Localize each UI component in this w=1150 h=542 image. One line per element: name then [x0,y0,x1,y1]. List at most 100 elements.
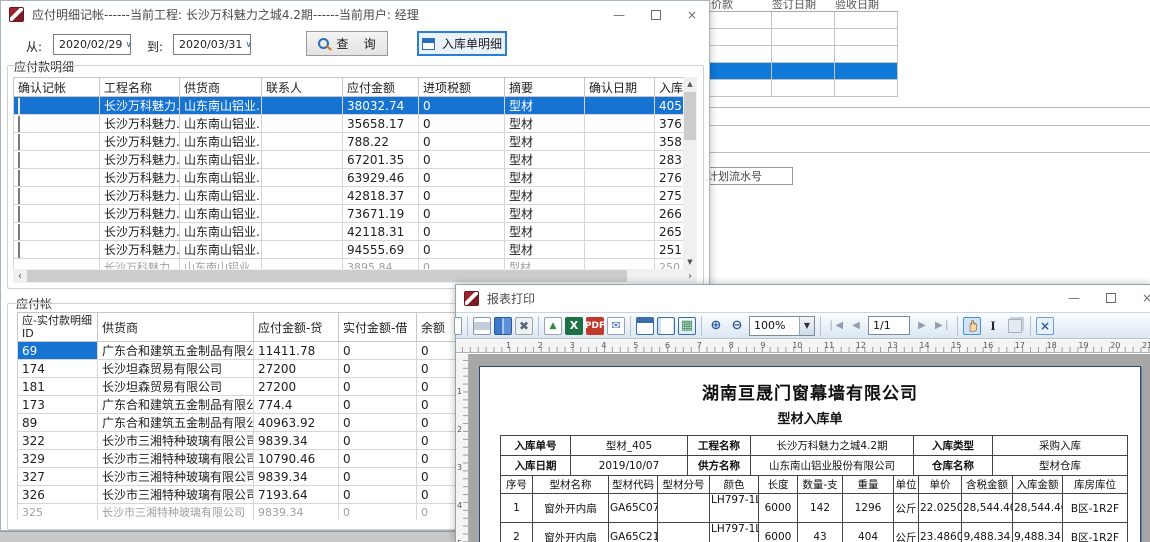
detail-id-cell[interactable]: 174 [18,360,98,378]
table-row[interactable]: 327长沙市三湘特种玻璃有限公司9839.3400 [18,468,469,486]
scrollbar-thumb[interactable] [27,270,627,282]
last-page-button[interactable]: ▶❘ [934,317,952,335]
preview-book-icon[interactable] [494,317,512,335]
single-page-view-icon[interactable] [657,317,675,335]
confirm-checkbox-cell[interactable] [14,151,100,169]
export-icon[interactable]: ▲ [544,317,562,335]
print-icon[interactable] [473,317,491,335]
detail-id-cell[interactable]: 69 [18,342,98,360]
checkbox[interactable] [18,152,20,168]
column-header[interactable]: 摘要 [505,78,585,97]
table-row[interactable]: 173广东合和建筑五金制品有限公司774.400 [18,396,469,414]
table-row[interactable]: 325长沙市三湘特种玻璃有限公司9839.3400 [18,504,469,521]
checkbox[interactable] [18,98,20,114]
to-date-select[interactable]: 2020/03/31 ∨ [173,34,251,55]
checkbox[interactable] [18,170,20,186]
scroll-left-icon[interactable]: ‹ [13,271,27,282]
table-row[interactable]: 长沙万科魅力...山东南山铝业...35658.170型材376 [14,115,684,133]
confirm-checkbox-cell[interactable] [14,187,100,205]
confirm-checkbox-cell[interactable] [14,223,100,241]
horizontal-scrollbar[interactable]: ‹ › [13,269,697,283]
zoom-in-icon[interactable]: ⊕ [707,317,725,335]
scrollbar-thumb[interactable] [684,92,696,140]
table-row[interactable]: 326长沙市三湘特种玻璃有限公司7193.6400 [18,486,469,504]
table-row[interactable]: 长沙万科魅力...山东南山铝业...94555.690型材251 [14,241,684,259]
column-header[interactable]: 工程名称 [100,78,180,97]
close-icon[interactable]: × [1142,292,1150,304]
checkbox[interactable] [18,242,20,258]
checkbox[interactable] [18,188,20,204]
column-header[interactable]: 联系人 [262,78,343,97]
column-header[interactable]: 实付金额-借 [339,313,417,342]
column-header[interactable]: 确认日期 [585,78,655,97]
next-page-button[interactable]: ▶ [913,317,931,335]
table-row[interactable]: 69广东合和建筑五金制品有限公司11411.7800 [18,342,469,360]
table-row[interactable]: 174长沙坦森贸易有限公司2720000 [18,360,469,378]
table-row[interactable]: 长沙万科魅力...山东南山铝业...42118.310型材265 [14,223,684,241]
checkbox[interactable] [18,224,20,240]
detail-id-cell[interactable]: 326 [18,486,98,504]
detail-id-cell[interactable]: 329 [18,450,98,468]
table-row[interactable]: 长沙万科魅力...山东南山铝业...67201.350型材283 [14,151,684,169]
detail-id-cell[interactable]: 322 [18,432,98,450]
empty-row[interactable] [700,29,898,46]
table-row[interactable]: 329长沙市三湘特种玻璃有限公司10790.4600 [18,450,469,468]
designer-icon[interactable] [454,317,462,335]
confirm-checkbox-cell[interactable] [14,115,100,133]
table-row[interactable]: 181长沙坦森贸易有限公司2720000 [18,378,469,396]
table-row[interactable]: 长沙万科魅力...山东南山铝业...788.220型材358 [14,133,684,151]
detail-id-cell[interactable]: 181 [18,378,98,396]
empty-row[interactable] [700,63,898,80]
vertical-scrollbar[interactable]: ▲ ▼ [683,77,697,269]
column-header[interactable]: 确认记帐 [14,78,100,97]
checkbox[interactable] [18,116,20,132]
checkbox[interactable] [18,134,20,150]
titlebar[interactable]: 报表打印 — × [456,285,1150,311]
query-button[interactable]: 查 询 [306,31,388,56]
inbound-detail-button[interactable]: 入库单明细 [417,31,507,56]
table-row[interactable]: 长沙万科魅力...山东南山铝业...42818.370型材275 [14,187,684,205]
maximize-icon[interactable] [651,10,661,20]
table-row[interactable]: 89广东合和建筑五金制品有限公司40963.9200 [18,414,469,432]
table-row[interactable]: 322长沙市三湘特种玻璃有限公司9839.3400 [18,432,469,450]
table-row[interactable]: 长沙万科魅力...山东南山铝业...73671.190型材266 [14,205,684,223]
confirm-checkbox-cell[interactable] [14,241,100,259]
page-indicator-input[interactable]: 1/1 [868,316,910,335]
send-mail-icon[interactable]: ✉ [607,317,625,335]
empty-row[interactable] [700,80,898,97]
close-report-icon[interactable]: × [1036,317,1054,335]
multi-page-view-icon[interactable]: ▦ [678,317,696,335]
export-pdf-icon[interactable]: PDF [586,317,604,335]
export-excel-icon[interactable]: X [565,317,583,335]
zoom-level-select[interactable]: 100% ▼ [749,316,815,336]
column-header[interactable]: 应付金额-贷 [254,313,339,342]
maximize-icon[interactable] [1106,293,1116,303]
table-row[interactable]: 长沙万科魅力...山东南山铝业...63929.460型材276 [14,169,684,187]
column-header[interactable]: 入库 [655,78,684,97]
empty-row[interactable] [700,12,898,29]
minimize-icon[interactable]: — [613,9,625,21]
column-header[interactable]: 应-实付款明细ID [18,313,98,342]
checkbox[interactable] [18,206,20,222]
minimize-icon[interactable]: — [1068,292,1080,304]
column-header[interactable]: 供货商 [98,313,254,342]
column-header[interactable]: 供货商 [180,78,262,97]
detail-id-cell[interactable]: 325 [18,504,98,521]
titlebar[interactable]: 应付明细记帐------当前工程: 长沙万科魅力之城4.2期------当前用户… [1,1,709,28]
payable-detail-table[interactable]: 确认记帐工程名称供货商联系人应付金额进项税额摘要确认日期入库长沙万科魅力...山… [13,77,684,275]
scroll-up-icon[interactable]: ▲ [683,77,697,91]
text-select-tool-icon[interactable]: I [984,317,1002,335]
detail-id-cell[interactable]: 327 [18,468,98,486]
copy-tool-icon[interactable] [1008,319,1022,333]
payable-account-table[interactable]: 应-实付款明细ID供货商应付金额-贷实付金额-借余额69广东合和建筑五金制品有限… [17,312,469,520]
report-preview-area[interactable]: 12345 湖南亘晟门窗幕墙有限公司 型材入库单 入库单号型材_405工程名称长… [456,354,1150,542]
prev-page-button[interactable]: ◀ [847,317,865,335]
confirm-checkbox-cell[interactable] [14,133,100,151]
confirm-checkbox-cell[interactable] [14,97,100,115]
column-header[interactable]: 进项税额 [419,78,505,97]
detail-id-cell[interactable]: 89 [18,414,98,432]
table-row[interactable]: 长沙万科魅力...山东南山铝业...38032.740型材405 [14,97,684,115]
empty-row[interactable] [700,46,898,63]
scroll-down-icon[interactable]: ▼ [683,255,697,269]
column-header[interactable]: 应付金额 [343,78,419,97]
